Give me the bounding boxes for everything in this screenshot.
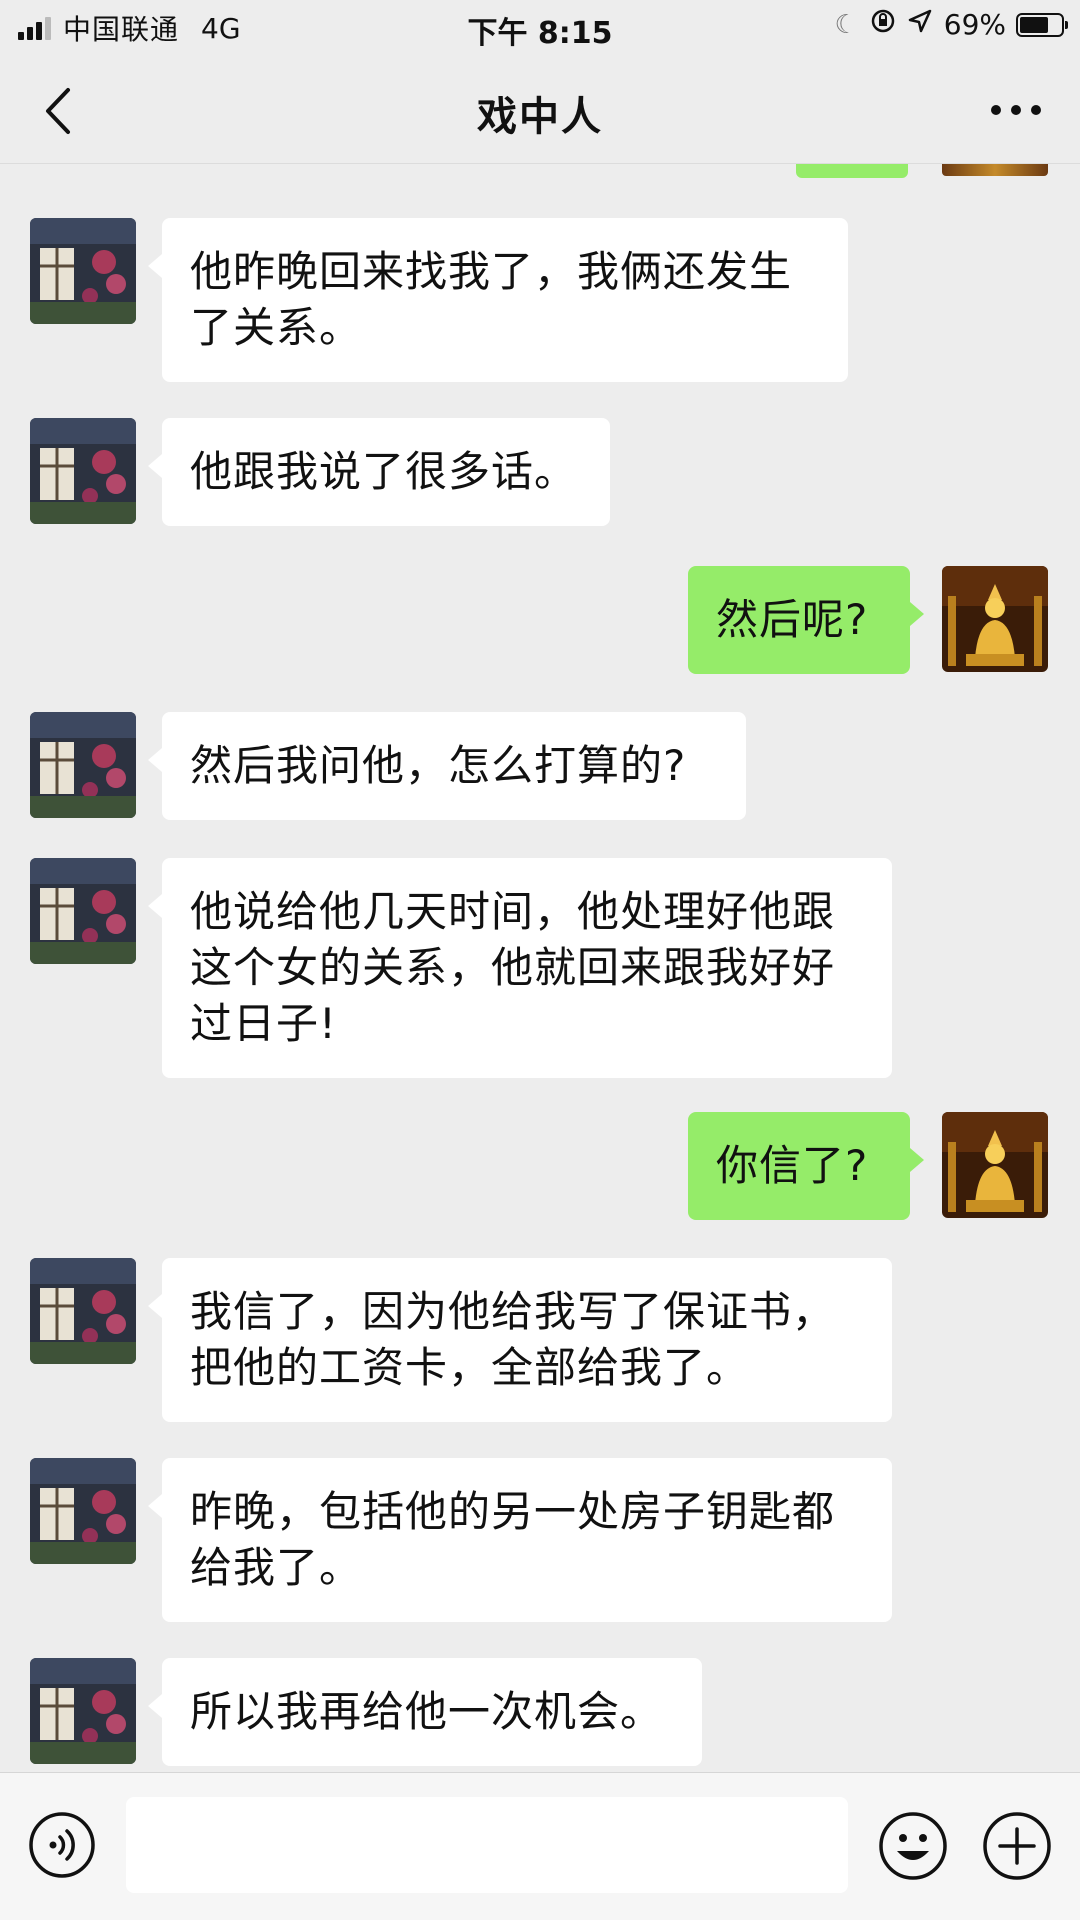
- garden-photo-avatar: [30, 418, 136, 524]
- contact-avatar[interactable]: [30, 1458, 136, 1564]
- message-text[interactable]: 他说给他几天时间，他处理好他跟这个女的关系，他就回来跟我好好过日子!: [148, 858, 892, 1078]
- message-text[interactable]: 我信了，因为他给我写了保证书，把他的工资卡，全部给我了。: [148, 1258, 892, 1422]
- battery-percent: 69%: [943, 8, 1006, 41]
- contact-avatar[interactable]: [30, 218, 136, 324]
- chat-title: 戏中人: [477, 94, 603, 140]
- self-avatar[interactable]: [942, 1112, 1048, 1218]
- status-bar: 中国联通 4G 下午 8:15 ☾ 69%: [0, 0, 1080, 56]
- chat-message-list[interactable]: 他昨晚回来找我了，我俩还发生了关系。 他跟我说了很多话。 然后呢? 然后我问他，…: [0, 0, 1080, 1920]
- self-avatar[interactable]: [942, 566, 1048, 672]
- message-text[interactable]: 他昨晚回来找我了，我俩还发生了关系。: [148, 218, 848, 382]
- partial-self-avatar: [942, 164, 1048, 176]
- more-options-button[interactable]: [988, 98, 1044, 122]
- contact-avatar[interactable]: [30, 1258, 136, 1364]
- status-right: ☾ 69%: [834, 8, 1068, 41]
- battery-level-fill: [1020, 16, 1048, 33]
- navigation-bar: 戏中人: [0, 56, 1080, 164]
- garden-photo-avatar: [30, 218, 136, 324]
- garden-photo-avatar: [30, 1258, 136, 1364]
- voice-input-button[interactable]: [28, 1811, 96, 1879]
- garden-photo-avatar: [30, 1458, 136, 1564]
- message-text[interactable]: 然后呢?: [688, 566, 924, 674]
- plus-icon: [983, 1812, 1051, 1880]
- contact-avatar[interactable]: [30, 858, 136, 964]
- location-icon: [908, 9, 932, 40]
- golden-buddha-avatar: [942, 566, 1048, 672]
- golden-buddha-avatar: [942, 1112, 1048, 1218]
- orientation-lock-icon: [870, 8, 896, 41]
- more-functions-button[interactable]: [982, 1811, 1052, 1881]
- message-text[interactable]: 所以我再给他一次机会。: [148, 1658, 702, 1766]
- message-text[interactable]: 你信了?: [688, 1112, 924, 1220]
- garden-photo-avatar: [30, 1658, 136, 1764]
- contact-avatar[interactable]: [30, 1658, 136, 1764]
- garden-photo-avatar: [30, 858, 136, 964]
- emoji-button[interactable]: [878, 1811, 948, 1881]
- voice-icon: [29, 1812, 95, 1878]
- message-text[interactable]: 然后我问他，怎么打算的?: [148, 712, 746, 820]
- chat-input-bar: [0, 1772, 1080, 1920]
- contact-avatar[interactable]: [30, 712, 136, 818]
- message-text[interactable]: 昨晚，包括他的另一处房子钥匙都给我了。: [148, 1458, 892, 1622]
- garden-photo-avatar: [30, 712, 136, 818]
- message-input[interactable]: [126, 1797, 848, 1893]
- message-text[interactable]: 他跟我说了很多话。: [148, 418, 610, 526]
- more-dots-icon: [991, 105, 1041, 115]
- battery-icon: [1016, 12, 1068, 37]
- do-not-disturb-icon: ☾: [834, 9, 858, 40]
- contact-avatar[interactable]: [30, 418, 136, 524]
- partial-outgoing-bubble: [796, 164, 908, 178]
- emoji-icon: [879, 1812, 947, 1880]
